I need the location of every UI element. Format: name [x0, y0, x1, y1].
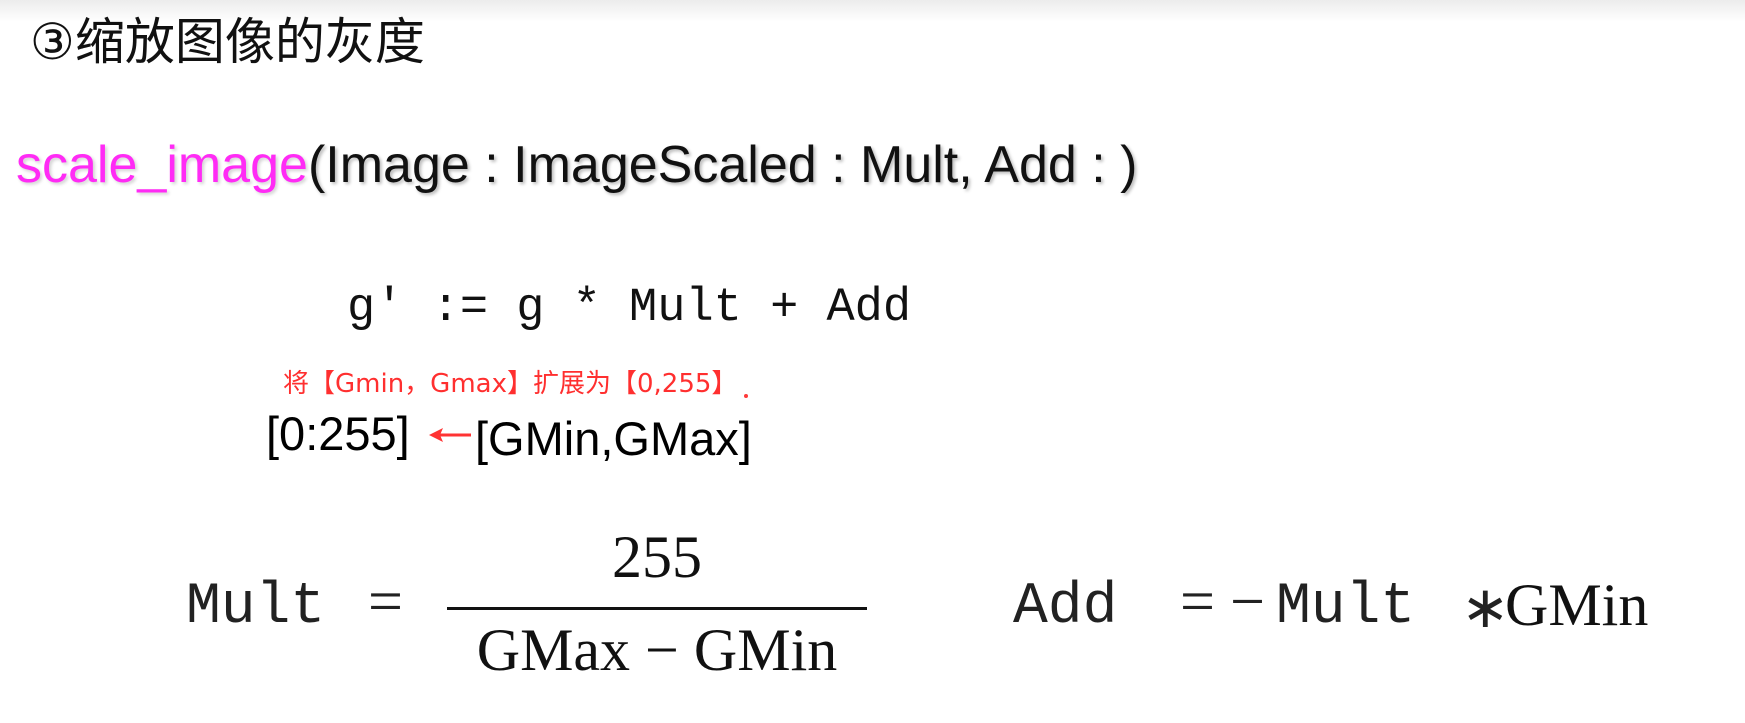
red-annotation: 将【Gmin，Gmax】扩展为【0,255】 [283, 369, 738, 399]
scaling-formula: g' := g * Mult + Add [347, 282, 912, 335]
left-arrow-icon [429, 428, 471, 442]
operator-signature: scale_image(Image : ImageScaled : Mult, … [16, 130, 1137, 200]
annotation-dot [744, 394, 748, 398]
add-formula-equals: = [1180, 568, 1215, 636]
source-range: [GMin,GMax] [475, 412, 752, 465]
add-formula-gmin: GMin [1505, 572, 1649, 638]
mult-formula-equals: = [368, 568, 403, 636]
target-range: [0:255] [266, 407, 410, 460]
add-formula-lhs: Add [1013, 575, 1118, 640]
add-formula-operator: ∗ [1461, 575, 1510, 640]
mult-formula-lhs: Mult [186, 575, 326, 640]
function-params: (Image : ImageScaled : Mult, Add : ) [307, 136, 1138, 194]
slide-heading: ③缩放图像的灰度 [30, 13, 425, 71]
mult-denominator: GMax − GMin [476, 617, 838, 683]
mult-numerator: 255 [612, 524, 702, 590]
fraction-bar [447, 607, 867, 610]
add-formula-minus: − [1230, 568, 1265, 636]
add-formula-mult: Mult [1276, 575, 1416, 640]
function-name: scale_image [16, 136, 308, 194]
